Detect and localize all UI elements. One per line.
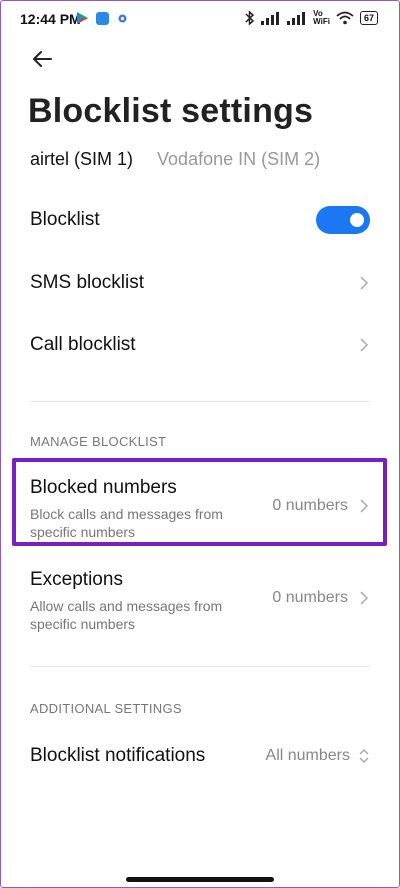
sms-blocklist-label: SMS blocklist xyxy=(30,272,145,293)
chevron-right-icon xyxy=(360,276,369,290)
blocklist-notifications-label: Blocklist notifications xyxy=(30,745,206,766)
notifications-value: All numbers xyxy=(265,747,350,764)
exceptions-row[interactable]: Exceptions Allow calls and messages from… xyxy=(30,569,370,633)
sim-tabs: airtel (SIM 1) Vodafone IN (SIM 2) xyxy=(30,149,320,170)
divider xyxy=(30,666,370,667)
section-header-manage: MANAGE BLOCKLIST xyxy=(30,434,167,449)
blocklist-toggle[interactable] xyxy=(316,206,370,234)
page-title: Blocklist settings xyxy=(28,92,314,130)
exceptions-value-group: 0 numbers xyxy=(272,589,370,607)
toggle-knob xyxy=(350,213,364,227)
status-time: 12:44 PM xyxy=(20,11,81,27)
tab-sim1[interactable]: airtel (SIM 1) xyxy=(30,149,133,170)
blocklist-notifications-row[interactable]: Blocklist notifications All numbers xyxy=(30,745,370,767)
blocklist-toggle-row[interactable]: Blocklist xyxy=(30,206,370,234)
exceptions-subtitle: Allow calls and messages from specific n… xyxy=(30,598,223,632)
system-icons: Vo WiFi 67 xyxy=(245,10,378,26)
settings-gear-icon xyxy=(118,14,127,22)
signal-sim2-icon xyxy=(287,12,306,25)
back-arrow-icon[interactable] xyxy=(29,46,55,72)
bluetooth-icon xyxy=(245,10,255,26)
battery-indicator: 67 xyxy=(359,11,378,25)
exceptions-count: 0 numbers xyxy=(272,589,348,606)
call-blocklist-label: Call blocklist xyxy=(30,334,136,355)
notifications-value-group[interactable]: All numbers xyxy=(266,746,370,766)
play-store-icon xyxy=(77,12,88,24)
chevron-right-icon xyxy=(360,338,369,352)
call-blocklist-row[interactable]: Call blocklist xyxy=(30,334,370,356)
app-notification-icon xyxy=(96,11,109,25)
blocklist-label: Blocklist xyxy=(30,209,100,230)
status-bar: 12:44 PM Vo WiFi 67 xyxy=(0,0,400,40)
sms-blocklist-row[interactable]: SMS blocklist xyxy=(30,272,370,294)
signal-sim1-icon xyxy=(261,12,280,25)
home-indicator[interactable] xyxy=(126,877,274,882)
chevron-up-down-icon xyxy=(359,748,369,764)
exceptions-title: Exceptions xyxy=(30,569,123,590)
divider xyxy=(30,401,370,402)
highlight-box xyxy=(12,458,387,546)
section-header-additional: ADDITIONAL SETTINGS xyxy=(30,701,182,716)
wifi-icon xyxy=(336,11,354,25)
chevron-right-icon xyxy=(360,591,369,605)
tab-sim2[interactable]: Vodafone IN (SIM 2) xyxy=(157,149,320,170)
vowifi-indicator: Vo WiFi xyxy=(313,9,330,26)
notification-icons xyxy=(76,11,129,25)
